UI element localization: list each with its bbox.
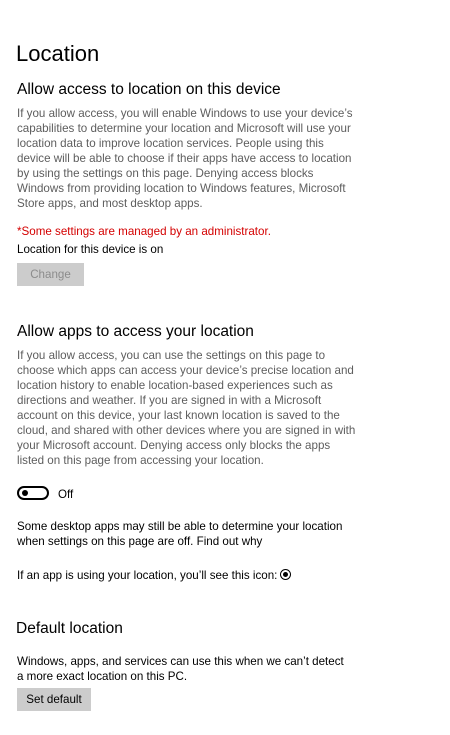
- apps-access-heading: Allow apps to access your location: [17, 323, 254, 340]
- find-out-why-link[interactable]: Find out why: [197, 535, 263, 548]
- device-location-status: Location for this device is on: [17, 243, 164, 256]
- apps-location-toggle[interactable]: [17, 486, 49, 500]
- default-location-heading: Default location: [16, 620, 123, 637]
- location-settings-page: Location Allow access to location on thi…: [0, 0, 450, 735]
- toggle-state-label: Off: [58, 488, 74, 501]
- device-access-description: If you allow access, you will enable Win…: [17, 107, 353, 210]
- toggle-knob: [22, 490, 28, 496]
- desktop-apps-note: Some desktop apps may still be able to d…: [17, 519, 357, 549]
- location-in-use-icon: [280, 569, 292, 580]
- location-icon-note-text: If an app is using your location, you’ll…: [17, 569, 278, 582]
- set-default-button[interactable]: Set default: [17, 688, 91, 711]
- admin-managed-note: *Some settings are managed by an adminis…: [17, 225, 271, 238]
- apps-access-description: If you allow access, you can use the set…: [17, 349, 356, 467]
- location-icon-note: If an app is using your location, you’ll…: [17, 568, 292, 583]
- device-access-heading: Allow access to location on this device: [17, 81, 281, 98]
- page-title: Location: [16, 41, 100, 66]
- desktop-apps-note-text: Some desktop apps may still be able to d…: [17, 520, 343, 548]
- change-button[interactable]: Change: [17, 263, 84, 286]
- default-location-description: Windows, apps, and services can use this…: [17, 655, 344, 683]
